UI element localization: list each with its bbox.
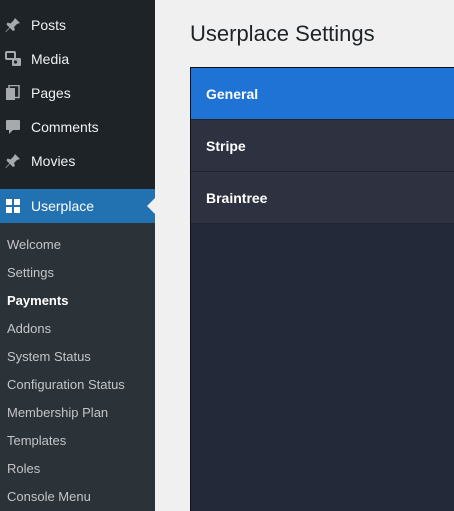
menu-item-pages[interactable]: Pages (0, 76, 155, 110)
menu-label: Movies (31, 153, 76, 169)
menu-label: Userplace (31, 198, 95, 214)
submenu-configuration-status[interactable]: Configuration Status (7, 377, 125, 392)
pin-icon (4, 152, 22, 170)
page-title: Userplace Settings (190, 21, 375, 46)
tab-general[interactable]: General (191, 68, 454, 120)
grid-icon (4, 197, 22, 215)
settings-panel: General Stripe Braintree (190, 67, 454, 511)
comment-icon (4, 118, 22, 136)
menu-label: Comments (31, 119, 99, 135)
submenu-settings[interactable]: Settings (7, 265, 54, 280)
media-icon (4, 50, 22, 68)
menu-item-media[interactable]: Media (0, 42, 155, 76)
submenu-roles[interactable]: Roles (7, 461, 40, 476)
menu-item-comments[interactable]: Comments (0, 110, 155, 144)
submenu-welcome[interactable]: Welcome (7, 237, 61, 252)
menu-item-movies[interactable]: Movies (0, 144, 155, 178)
menu-label: Posts (31, 17, 67, 33)
submenu-payments[interactable]: Payments (7, 293, 68, 308)
pin-icon (4, 16, 22, 34)
tab-stripe[interactable]: Stripe (191, 120, 454, 172)
menu-label: Media (31, 51, 70, 67)
tab-braintree[interactable]: Braintree (191, 172, 454, 224)
menu-item-posts[interactable]: Posts (0, 8, 155, 42)
menu-item-userplace[interactable]: Userplace (0, 189, 155, 223)
pages-icon (4, 84, 22, 102)
submenu-system-status[interactable]: System Status (7, 349, 91, 364)
submenu-templates[interactable]: Templates (7, 433, 66, 448)
menu-label: Pages (31, 85, 71, 101)
userplace-submenu: Welcome Settings Payments Addons System … (0, 223, 155, 511)
current-menu-arrow (147, 198, 155, 214)
admin-sidebar: Posts Media Pages Comments Movies Userpl… (0, 0, 155, 511)
submenu-membership-plan[interactable]: Membership Plan (7, 405, 108, 420)
submenu-console-menu[interactable]: Console Menu (7, 489, 91, 504)
submenu-addons[interactable]: Addons (7, 321, 51, 336)
